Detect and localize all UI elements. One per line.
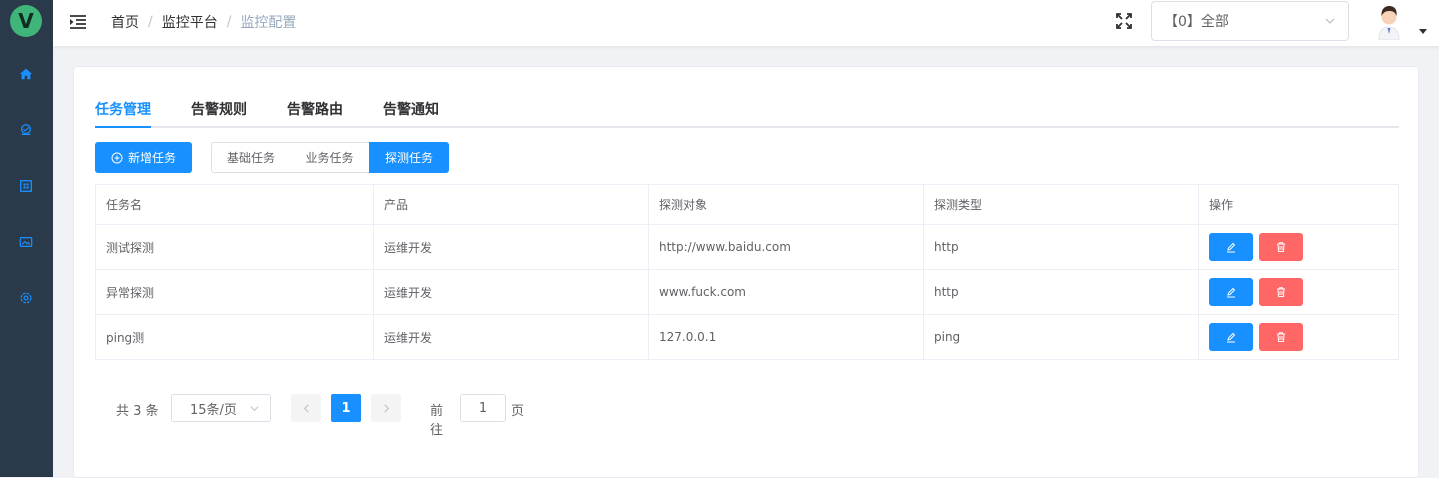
- column-header-probe-target: 探测对象: [648, 184, 924, 225]
- home-icon[interactable]: [17, 65, 35, 83]
- cell-actions: [1198, 269, 1399, 315]
- add-task-label: 新增任务: [127, 151, 176, 165]
- cell-task-name: 异常探测: [95, 269, 374, 315]
- project-select-value: 【0】全部: [1164, 14, 1229, 30]
- delete-button[interactable]: [1259, 233, 1303, 261]
- goto-suffix: 页: [511, 404, 525, 419]
- cell-task-name: ping测: [95, 314, 374, 360]
- sidebar: V: [0, 0, 53, 477]
- breadcrumb-monitor-platform[interactable]: 监控平台: [162, 12, 218, 32]
- cell-product: 运维开发: [373, 269, 649, 315]
- trash-icon: [1277, 242, 1285, 252]
- edit-icon: [1227, 242, 1236, 253]
- cell-product: 运维开发: [373, 224, 649, 270]
- page-size-select[interactable]: 15条/页: [171, 394, 271, 422]
- grid-icon[interactable]: [17, 177, 35, 195]
- chevron-left-icon: [303, 403, 309, 413]
- table-row: 测试探测 运维开发 http://www.baidu.com http: [95, 224, 1399, 270]
- top-bar: 首页 / 监控平台 / 监控配置 【0】全部: [53, 0, 1439, 46]
- prev-page-button[interactable]: [291, 394, 321, 422]
- config-card: 任务管理 告警规则 告警路由 告警通知 新增任务 基础任务 业务任务 探测任务 …: [73, 66, 1419, 478]
- column-header-task-name: 任务名: [95, 184, 374, 225]
- fullscreen-icon[interactable]: [1115, 12, 1133, 30]
- tab-alert-rules[interactable]: 告警规则: [191, 99, 247, 119]
- cell-product: 运维开发: [373, 314, 649, 360]
- settings-icon[interactable]: [17, 289, 35, 307]
- breadcrumb: 首页 / 监控平台 / 监控配置: [111, 12, 297, 32]
- active-tab-indicator: [95, 126, 151, 128]
- page-size-value: 15条/页: [190, 402, 237, 418]
- cell-probe-type: http: [923, 269, 1199, 315]
- cell-probe-type: http: [923, 224, 1199, 270]
- tab-task-management[interactable]: 任务管理: [95, 99, 151, 119]
- project-select[interactable]: 【0】全部: [1151, 1, 1349, 41]
- edit-button[interactable]: [1209, 233, 1253, 261]
- trash-icon: [1277, 287, 1285, 297]
- page-number-button[interactable]: 1: [331, 394, 361, 422]
- table-row: ping测 运维开发 127.0.0.1 ping: [95, 314, 1399, 360]
- edit-icon: [1227, 287, 1236, 298]
- cell-probe-type: ping: [923, 314, 1199, 360]
- edit-button[interactable]: [1209, 278, 1253, 306]
- add-task-button[interactable]: 新增任务: [95, 142, 192, 173]
- tab-alert-routing[interactable]: 告警路由: [287, 99, 343, 119]
- delete-button[interactable]: [1259, 323, 1303, 351]
- trash-icon: [1277, 332, 1285, 342]
- table-header-row: 任务名 产品 探测对象 探测类型 操作: [95, 184, 1399, 225]
- segment-basic-task[interactable]: 基础任务: [211, 142, 291, 173]
- image-icon[interactable]: [17, 233, 35, 251]
- menu-toggle-icon[interactable]: [69, 13, 87, 31]
- monitor-icon[interactable]: [17, 121, 35, 139]
- task-table: 任务名 产品 探测对象 探测类型 操作 测试探测 运维开发 http://www…: [95, 184, 1399, 360]
- caret-down-icon[interactable]: [1419, 29, 1427, 34]
- column-header-product: 产品: [373, 184, 649, 225]
- cell-actions: [1198, 314, 1399, 360]
- breadcrumb-monitor-config: 监控配置: [240, 15, 297, 31]
- tabs: 任务管理 告警规则 告警路由 告警通知: [95, 97, 1399, 128]
- table-row: 异常探测 运维开发 www.fuck.com http: [95, 269, 1399, 315]
- tab-alert-notification[interactable]: 告警通知: [383, 99, 439, 119]
- edit-icon: [1227, 332, 1236, 343]
- column-header-probe-type: 探测类型: [923, 184, 1199, 225]
- breadcrumb-home[interactable]: 首页: [111, 12, 139, 32]
- delete-button[interactable]: [1259, 278, 1303, 306]
- logo[interactable]: V: [10, 5, 42, 37]
- goto-label: 前往: [430, 404, 444, 438]
- cell-probe-target: www.fuck.com: [648, 269, 924, 315]
- edit-button[interactable]: [1209, 323, 1253, 351]
- cell-probe-target: http://www.baidu.com: [648, 224, 924, 270]
- chevron-down-icon: [1325, 18, 1335, 24]
- column-header-actions: 操作: [1198, 184, 1399, 225]
- plus-circle-icon: [111, 152, 123, 163]
- goto-page-input[interactable]: 1: [460, 394, 506, 422]
- avatar[interactable]: [1371, 2, 1407, 41]
- cell-actions: [1198, 224, 1399, 270]
- segment-business-task[interactable]: 业务任务: [290, 142, 370, 173]
- cell-task-name: 测试探测: [95, 224, 374, 270]
- logo-letter: V: [18, 9, 34, 33]
- cell-probe-target: 127.0.0.1: [648, 314, 924, 360]
- next-page-button[interactable]: [371, 394, 401, 422]
- pagination-total: 共 3 条: [116, 404, 159, 419]
- segment-probe-task[interactable]: 探测任务: [369, 142, 449, 173]
- chevron-down-icon: [250, 405, 259, 411]
- chevron-right-icon: [383, 403, 389, 413]
